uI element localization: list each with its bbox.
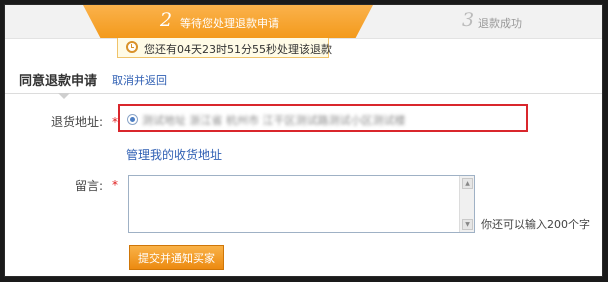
- submit-notify-buyer-button[interactable]: 提交并通知买家: [129, 245, 224, 270]
- step-progress-bar: 2 等待您处理退款申请 3 退款成功: [5, 5, 602, 39]
- step-number: 3: [462, 9, 475, 31]
- char-count-hint: 你还可以输入200个字: [481, 218, 590, 231]
- step-current: 2 等待您处理退款申请: [83, 5, 373, 38]
- message-textarea[interactable]: ▲ ▼: [128, 175, 475, 233]
- step-number: 2: [160, 9, 173, 31]
- address-label: 退货地址:: [50, 115, 103, 129]
- refund-panel: 2 等待您处理退款申请 3 退款成功 您还有04天23时51分55秒处理该退款 …: [4, 4, 603, 277]
- section-title: 同意退款申请: [19, 74, 98, 89]
- countdown-text: 您还有04天23时51分55秒处理该退款: [144, 43, 332, 56]
- scroll-down-arrow-icon[interactable]: ▼: [462, 219, 473, 230]
- textarea-scrollbar[interactable]: ▲ ▼: [459, 176, 474, 232]
- cancel-return-link[interactable]: 取消并返回: [112, 72, 167, 88]
- return-address-option[interactable]: 测试地址 浙江省 杭州市 江干区测试路测试小区测试楼: [118, 104, 528, 132]
- countdown-notice: 您还有04天23时51分55秒处理该退款: [117, 38, 332, 58]
- manage-address-link[interactable]: 管理我的收货地址: [126, 146, 222, 163]
- address-radio[interactable]: [127, 114, 138, 125]
- divider: [5, 93, 602, 94]
- message-label: 留言:: [74, 179, 103, 193]
- scroll-up-arrow-icon[interactable]: ▲: [462, 178, 473, 189]
- required-marker: *: [112, 178, 118, 192]
- step-label: 退款成功: [478, 17, 522, 30]
- step-label: 等待您处理退款申请: [180, 17, 279, 30]
- return-address-text: 测试地址 浙江省 杭州市 江干区测试路测试小区测试楼: [142, 114, 406, 127]
- divider-notch: [58, 93, 70, 99]
- clock-icon: [126, 41, 138, 53]
